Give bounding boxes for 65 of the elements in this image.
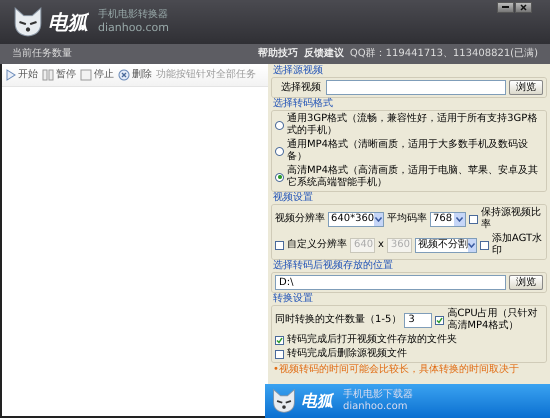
minimize-button[interactable]: [497, 2, 514, 13]
checkbox[interactable]: [435, 316, 444, 324]
bitrate-select[interactable]: 768: [430, 212, 466, 226]
app-logo: 电狐: [301, 391, 333, 411]
toolbar-button[interactable]: 暂停: [42, 69, 76, 81]
fox-logo-icon: [271, 388, 297, 414]
browse-button[interactable]: 浏览: [509, 275, 543, 290]
checkbox[interactable]: [275, 336, 284, 344]
section-title: 选择源视频: [272, 65, 324, 77]
checkbox[interactable]: [480, 240, 489, 250]
section-title: 转换设置: [272, 293, 314, 305]
split-select[interactable]: 视频不分割: [414, 238, 477, 252]
note-text: •视频转码的时间可能会比较长，具体转换的时间取决于: [272, 363, 520, 377]
checkbox-label: 转码完成后删除源视频文件: [287, 348, 407, 360]
field-label: 平均码率: [387, 213, 427, 225]
resolution-select[interactable]: 640*360: [328, 212, 384, 226]
toolbar-button[interactable]: 开始: [6, 69, 38, 81]
output-path-field[interactable]: D:\: [275, 275, 506, 290]
delete-icon: [118, 69, 130, 81]
dropdown-icon: [375, 216, 382, 222]
dropdown-icon: [468, 242, 476, 248]
fox-logo-icon: [12, 6, 44, 38]
radio-label: 高清MP4格式（高清画质，适用于电脑、苹果、安卓及其它系统高端智能手机）: [287, 165, 540, 189]
field-label: 同时转换的文件数量（1-5）: [275, 314, 402, 326]
app-logo: 电狐: [48, 10, 88, 34]
toolbar-hint: 功能按钮针对全部任务: [156, 69, 256, 81]
radio-label: 通用MP4格式（清晰画质，适用于大多数手机及数码设备）: [287, 139, 530, 163]
checkbox-label: 高CPU占用（只针对高清MP4格式）: [447, 308, 539, 332]
site-url: dianhoo.com: [343, 401, 409, 413]
radio-label: 通用3GP格式（流畅，兼容性好，适用于所有支持3GP格式的手机）: [287, 113, 538, 137]
field-label: 视频分辨率: [275, 213, 325, 225]
play-icon: [6, 69, 16, 81]
site-url: dianhoo.com: [98, 21, 169, 35]
radio-button[interactable]: [275, 172, 284, 182]
checkbox[interactable]: [275, 240, 284, 250]
checkbox-label: 添加AGT水印: [492, 233, 543, 257]
header-link[interactable]: 帮助技巧: [258, 48, 298, 60]
qq-group-text: QQ群：119441713、113408821(已满): [350, 48, 538, 60]
toolbar-button[interactable]: 删除: [118, 69, 152, 81]
pause-icon: [42, 69, 54, 81]
minimize-icon: [502, 6, 509, 9]
section-title: 选择转码后视频存放的位置: [272, 260, 394, 272]
checkbox[interactable]: [275, 350, 284, 358]
checkbox-label: 自定义分辨率: [287, 239, 347, 251]
radio-button[interactable]: [275, 120, 284, 130]
browse-button[interactable]: 浏览: [509, 80, 543, 95]
checkbox-label: 保持源视频比率: [481, 207, 542, 231]
stop-icon: [80, 69, 92, 81]
close-button[interactable]: [515, 2, 532, 13]
close-icon: [520, 4, 527, 11]
app-subtitle: 手机电影转换器: [98, 9, 169, 22]
toolbar-button[interactable]: 停止: [80, 69, 114, 81]
source-video-field[interactable]: [326, 80, 506, 95]
times-sign: x: [378, 239, 384, 251]
field-label: 选择视频: [281, 82, 321, 94]
header-link[interactable]: 反馈建议: [304, 48, 344, 60]
radio-button[interactable]: [275, 146, 284, 156]
file-count-field[interactable]: 3: [404, 312, 432, 328]
app-subtitle: 手机电影下载器: [343, 389, 413, 401]
checkbox[interactable]: [469, 214, 478, 224]
checkbox-label: 转码完成后打开视频文件存放的文件夹: [287, 334, 457, 346]
dropdown-icon: [456, 216, 463, 222]
section-title: 选择转码格式: [272, 98, 334, 110]
task-count-label: 当前任务数量: [12, 48, 72, 60]
section-title: 视频设置: [272, 192, 314, 204]
